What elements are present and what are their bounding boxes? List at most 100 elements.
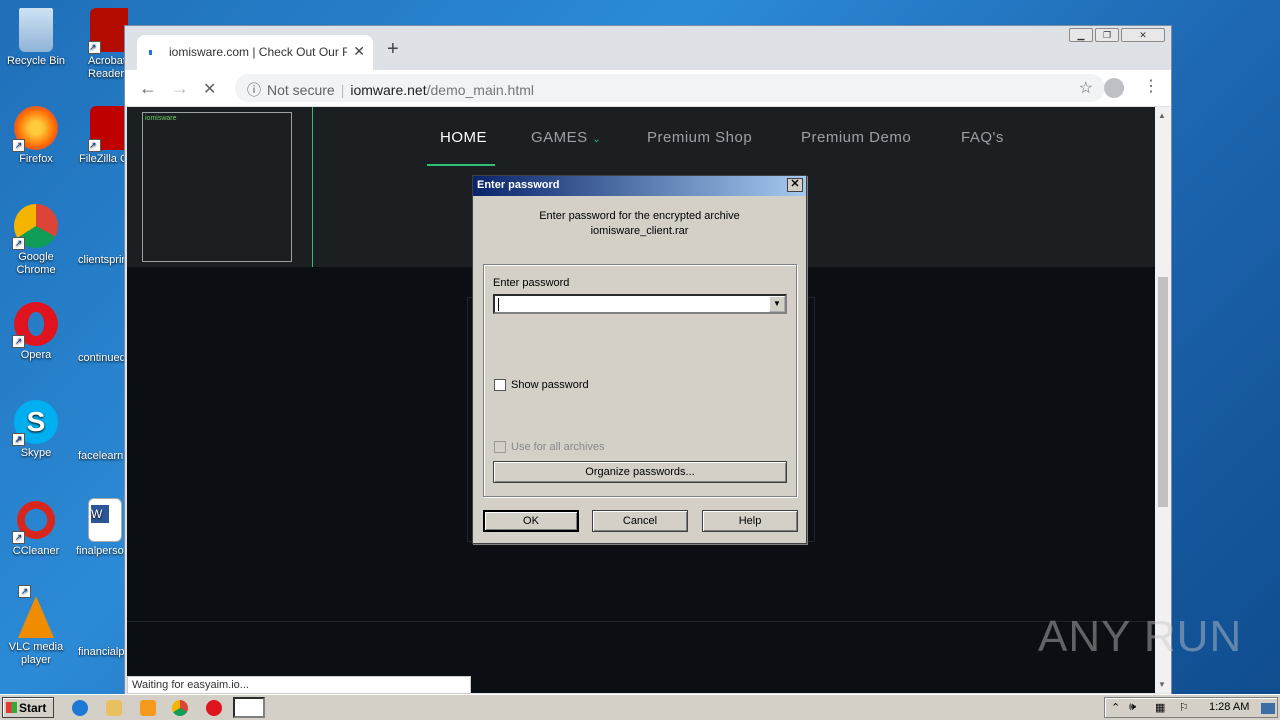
- password-input[interactable]: ▼: [493, 294, 787, 314]
- dialog-close-icon[interactable]: ✕: [787, 178, 803, 192]
- desktop-icon-label: VLC media player: [8, 641, 64, 666]
- back-icon[interactable]: ←: [139, 78, 157, 99]
- desktop-icon-firefox[interactable]: ↗ Firefox: [1, 106, 71, 166]
- desktop-icon-vlc[interactable]: ↗ VLC media player: [1, 585, 71, 667]
- header-divider: [312, 107, 313, 267]
- browser-tab[interactable]: iomisware.com | Check Out Our Ran ✕: [137, 35, 373, 70]
- desktop-icon-file[interactable]: clientsprin: [78, 254, 128, 267]
- not-secure-label: Not secure: [267, 82, 335, 98]
- media-player-icon[interactable]: [140, 700, 156, 716]
- desktop-icon-label: CCleaner: [12, 545, 60, 557]
- dialog-message: Enter password for the encrypted archive…: [473, 209, 806, 239]
- word-document-icon: W: [88, 498, 122, 542]
- action-center-flag-icon[interactable]: ⚐: [1179, 701, 1189, 714]
- nav-premium-shop[interactable]: Premium Shop: [647, 129, 752, 146]
- desktop-icon-ccleaner[interactable]: ↗ CCleaner: [1, 498, 71, 558]
- help-button[interactable]: Help: [702, 510, 798, 532]
- new-tab-icon[interactable]: +: [387, 38, 399, 61]
- desktop-icon-word-doc[interactable]: W finalperso: [76, 498, 126, 558]
- url-domain: iomware.net: [350, 82, 427, 98]
- tab-title: iomisware.com | Check Out Our Ran: [169, 45, 347, 59]
- nav-faq[interactable]: FAQ's: [961, 129, 1004, 146]
- desktop-icon-label: Firefox: [19, 153, 53, 165]
- url-path: /demo_main.html: [426, 82, 534, 98]
- show-password-checkbox[interactable]: [494, 379, 506, 391]
- explorer-folder-icon[interactable]: [106, 700, 122, 716]
- tab-close-icon[interactable]: ✕: [353, 43, 365, 60]
- internet-explorer-icon[interactable]: [72, 700, 88, 716]
- tray-expand-icon[interactable]: ⌃: [1111, 701, 1120, 714]
- chrome-icon: ↗: [12, 204, 58, 250]
- organize-passwords-button[interactable]: Organize passwords...: [493, 461, 787, 483]
- enter-password-dialog: Enter password ✕ Enter password for the …: [472, 175, 807, 544]
- dropdown-arrow-icon[interactable]: ▼: [769, 296, 785, 312]
- start-label: Start: [19, 701, 47, 715]
- use-for-all-archives-checkbox[interactable]: [494, 441, 506, 453]
- use-for-all-archives-label: Use for all archives: [511, 441, 605, 453]
- chevron-down-icon: ⌄: [592, 134, 602, 145]
- nav-games[interactable]: GAMES ⌄: [531, 129, 601, 146]
- browser-toolbar: ← → ✕ ⓘ Not secure | iomware.net/demo_main.…: [125, 70, 1171, 106]
- scroll-up-icon[interactable]: ▲: [1158, 111, 1166, 120]
- recycle-bin-icon: [19, 8, 53, 52]
- desktop-icon-file[interactable]: continued: [78, 352, 128, 365]
- dialog-titlebar: Enter password ✕: [473, 176, 806, 196]
- address-bar[interactable]: ⓘ Not secure | iomware.net/demo_main.html ☆: [235, 74, 1105, 102]
- window-controls: ▁ ❐ ✕: [1069, 28, 1165, 42]
- ccleaner-icon: ↗: [12, 498, 58, 544]
- filezilla-icon: ↗: [88, 106, 128, 152]
- windows-flag-icon: [6, 702, 17, 713]
- desktop-icon-chrome[interactable]: ↗ Google Chrome: [1, 204, 71, 277]
- desktop-icon-label: Google Chrome: [16, 251, 56, 276]
- browser-status-bar: Waiting for easyaim.io...: [127, 676, 471, 694]
- desktop-icon-file[interactable]: financialp: [78, 646, 128, 659]
- profile-avatar-icon[interactable]: [1104, 78, 1124, 98]
- anyrun-watermark: ANY RUN: [1038, 612, 1243, 661]
- minimize-icon[interactable]: ▁: [1069, 28, 1093, 42]
- chrome-taskbar-icon[interactable]: [172, 700, 188, 716]
- tab-favicon-icon: [149, 50, 152, 55]
- desktop-icon-acrobat[interactable]: ↗ Acrobat Reader: [78, 8, 128, 81]
- start-button[interactable]: Start: [2, 697, 54, 718]
- bookmark-star-icon[interactable]: ☆: [1079, 78, 1093, 98]
- logo-alt-text: iomisware: [145, 115, 177, 122]
- site-logo-broken-image[interactable]: iomisware: [142, 112, 292, 262]
- password-group: Enter password ▼ Show password Use for a…: [483, 264, 797, 497]
- scroll-down-icon[interactable]: ▼: [1158, 680, 1166, 689]
- cancel-button[interactable]: Cancel: [592, 510, 688, 532]
- show-password-label: Show password: [511, 379, 589, 391]
- page-scrollbar[interactable]: ▲ ▼: [1155, 107, 1171, 693]
- skype-icon: S ↗: [12, 400, 58, 446]
- browser-titlebar: iomisware.com | Check Out Our Ran ✕ + ▁ …: [125, 26, 1171, 70]
- desktop-icon-label: facelearn: [78, 450, 124, 462]
- info-icon[interactable]: ⓘ: [247, 82, 261, 98]
- network-icon[interactable]: ▦: [1155, 701, 1165, 714]
- desktop-icon-recycle-bin[interactable]: Recycle Bin: [1, 8, 71, 68]
- nav-premium-demo[interactable]: Premium Demo: [801, 129, 911, 146]
- desktop-icon-label: Skype: [20, 447, 52, 459]
- nav-games-label: GAMES: [531, 129, 588, 146]
- desktop-icon-file[interactable]: facelearn: [78, 450, 128, 463]
- text-cursor: [498, 298, 499, 311]
- scrollbar-thumb[interactable]: [1158, 277, 1168, 507]
- desktop-icon-skype[interactable]: S ↗ Skype: [1, 400, 71, 460]
- opera-taskbar-icon[interactable]: [206, 700, 222, 716]
- desktop-icon-label: continued: [78, 352, 126, 364]
- taskbar-window-button[interactable]: [233, 697, 265, 718]
- browser-menu-icon[interactable]: ⋮: [1143, 76, 1159, 96]
- nav-home[interactable]: HOME: [440, 129, 487, 146]
- ok-button[interactable]: OK: [483, 510, 579, 532]
- system-tray: ⌃ 🕪 ▦ ⚐ 1:28 AM: [1104, 697, 1278, 718]
- clock[interactable]: 1:28 AM: [1209, 701, 1249, 713]
- stop-loading-icon[interactable]: ✕: [203, 79, 216, 99]
- desktop-icon-filezilla[interactable]: ↗ FileZilla C: [78, 106, 128, 166]
- volume-icon[interactable]: 🕪: [1129, 701, 1136, 714]
- close-window-icon[interactable]: ✕: [1121, 28, 1165, 42]
- restore-icon[interactable]: ❐: [1095, 28, 1119, 42]
- desktop-icon-label: FileZilla C: [79, 153, 128, 165]
- archive-name: iomisware_client.rar: [590, 225, 689, 237]
- show-desktop-icon[interactable]: [1261, 703, 1275, 714]
- forward-icon[interactable]: →: [171, 78, 189, 99]
- desktop-icon-opera[interactable]: ↗ Opera: [1, 302, 71, 362]
- section-divider: [127, 621, 1155, 622]
